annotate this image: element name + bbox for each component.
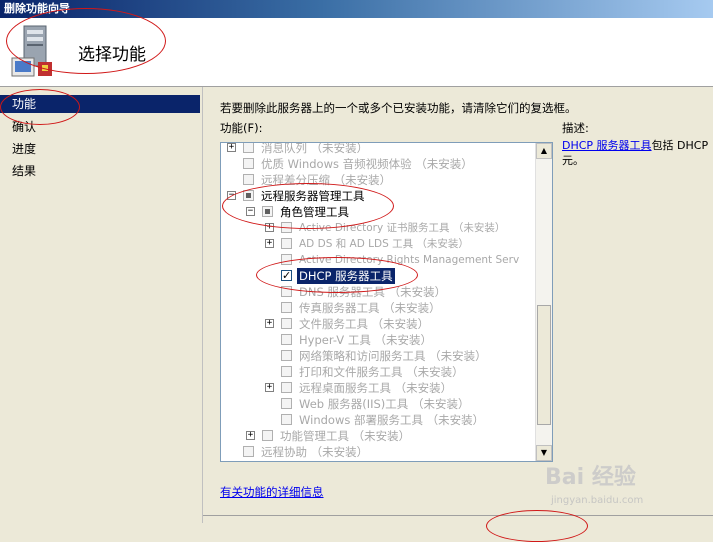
expand-icon[interactable]: + bbox=[265, 383, 274, 392]
collapse-icon[interactable]: − bbox=[246, 207, 255, 216]
description-rest2: 元。 bbox=[562, 154, 584, 167]
checkbox[interactable] bbox=[281, 222, 292, 233]
description-text: DHCP 服务器工具包括 DHCP 元。 bbox=[562, 138, 713, 168]
features-label: 功能(F): bbox=[220, 121, 263, 135]
step-confirm: 确认 bbox=[12, 120, 37, 134]
checkbox[interactable] bbox=[281, 350, 292, 361]
checkbox[interactable] bbox=[281, 302, 292, 313]
baidu-watermark: Bai 经验 jingyan.baidu.com bbox=[545, 445, 713, 523]
page-title: 选择功能 bbox=[78, 45, 146, 65]
expand-icon[interactable]: + bbox=[246, 431, 255, 440]
watermark-url: jingyan.baidu.com bbox=[551, 495, 644, 506]
expand-icon[interactable]: + bbox=[265, 223, 274, 232]
server-icon bbox=[11, 25, 52, 77]
checkbox[interactable] bbox=[281, 366, 292, 377]
step-progress: 进度 bbox=[12, 142, 37, 156]
scroll-thumb[interactable] bbox=[537, 305, 551, 425]
checkbox[interactable] bbox=[281, 398, 292, 409]
checkbox[interactable] bbox=[281, 238, 292, 249]
wizard-steps: 功能 确认 进度 结果 bbox=[0, 87, 203, 523]
description-link[interactable]: DHCP 服务器工具 bbox=[562, 139, 652, 152]
checkbox[interactable] bbox=[281, 254, 292, 265]
checkbox[interactable] bbox=[281, 268, 292, 284]
checkbox[interactable] bbox=[262, 206, 273, 217]
tree-scrollbar[interactable]: ▲ ▼ bbox=[535, 143, 552, 461]
checkbox[interactable] bbox=[243, 174, 254, 185]
checkbox[interactable] bbox=[281, 414, 292, 425]
checkbox[interactable] bbox=[262, 430, 273, 441]
step-results: 结果 bbox=[12, 164, 37, 178]
description-rest: 包括 DHCP bbox=[651, 139, 709, 152]
more-info-link[interactable]: 有关功能的详细信息 bbox=[220, 484, 324, 500]
features-tree[interactable]: + 消息队列 （未安装） 优质 Windows 音频视频体验 （未安装） 远程差… bbox=[220, 142, 553, 462]
checkbox[interactable] bbox=[243, 190, 254, 201]
checkbox[interactable] bbox=[243, 158, 254, 169]
collapse-icon[interactable]: − bbox=[227, 191, 236, 200]
checkbox[interactable] bbox=[281, 382, 292, 393]
checkbox[interactable] bbox=[243, 143, 254, 153]
checkbox[interactable] bbox=[281, 286, 292, 297]
scroll-up-icon[interactable]: ▲ bbox=[536, 143, 552, 159]
window-title: 删除功能向导 bbox=[0, 0, 713, 18]
instruction-text: 若要删除此服务器上的一个或多个已安装功能，请清除它们的复选框。 bbox=[220, 101, 577, 115]
watermark-brand: Bai 经验 bbox=[545, 465, 636, 490]
step-features[interactable]: 功能 bbox=[0, 95, 200, 113]
checkbox[interactable] bbox=[281, 318, 292, 329]
expand-icon[interactable]: + bbox=[227, 143, 236, 152]
description-label: 描述: bbox=[562, 121, 589, 135]
checkbox[interactable] bbox=[243, 446, 254, 457]
expand-icon[interactable]: + bbox=[265, 239, 274, 248]
wizard-header: 选择功能 bbox=[0, 18, 713, 87]
checkbox[interactable] bbox=[281, 334, 292, 345]
expand-icon[interactable]: + bbox=[265, 319, 274, 328]
